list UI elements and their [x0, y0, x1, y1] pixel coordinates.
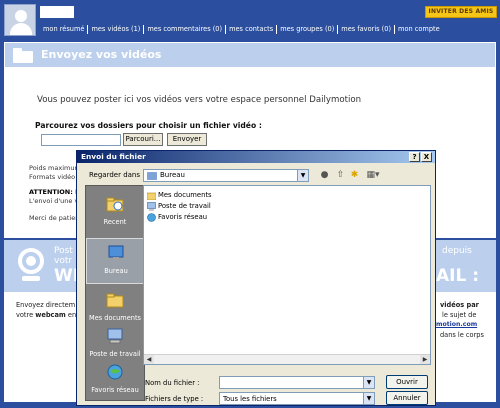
filename-input[interactable]: ▼	[219, 376, 375, 389]
webcam-lens-shape	[26, 256, 36, 266]
right-bold-text: vidéos par	[440, 301, 479, 309]
place-recent[interactable]: Recent	[86, 190, 144, 236]
place-label: Recent	[103, 218, 127, 226]
right-text-line-2: le sujet de	[442, 311, 477, 319]
patience-text: Merci de patient	[29, 214, 82, 222]
dailymotion-email-link[interactable]: motion.com	[436, 321, 477, 328]
nav-account[interactable]: mon compte	[395, 25, 443, 34]
network-globe-icon	[107, 364, 123, 380]
banner-line-right: depuis	[442, 246, 472, 256]
list-item[interactable]: Mes documents	[147, 190, 212, 200]
place-label: Favoris réseau	[91, 386, 139, 394]
file-upload-dialog: Envoi du fichier ? X Regarder dans : Bur…	[76, 150, 436, 406]
list-item-label: Poste de travail	[158, 202, 211, 210]
list-item-label: Favoris réseau	[158, 213, 208, 221]
cancel-button[interactable]: Annuler	[386, 391, 428, 405]
browse-label: Parcourez vos dossiers pour choisir un f…	[35, 121, 262, 130]
up-folder-icon[interactable]: ⇧	[335, 170, 346, 181]
chevron-down-icon[interactable]: ▼	[363, 377, 374, 388]
list-item[interactable]: Poste de travail	[147, 201, 211, 211]
look-in-label: Regarder dans :	[89, 171, 145, 179]
nav-contacts[interactable]: mes contacts	[226, 24, 278, 34]
formats-text: Formats vidéo c	[29, 173, 81, 181]
section-header: Envoyez vos vidéos	[5, 43, 495, 67]
new-folder-icon[interactable]: ✱	[349, 170, 360, 181]
list-item[interactable]: Favoris réseau	[147, 212, 207, 222]
folder-icon	[13, 48, 33, 63]
network-globe-icon	[147, 212, 156, 222]
avatar-body-shape	[10, 23, 32, 35]
intro-text: Vous pouvez poster ici vos vidéos vers v…	[37, 95, 362, 105]
view-menu-icon[interactable]: ▦▾	[365, 170, 381, 181]
place-label: Bureau	[104, 267, 128, 275]
webcam-text-line-2: votre webcam en	[16, 311, 76, 319]
folder-icon	[147, 192, 156, 200]
list-item-label: Mes documents	[158, 191, 212, 199]
page-header: INVITER DES AMIS mon résumé mes vidéos (…	[0, 0, 500, 40]
computer-icon	[107, 328, 123, 344]
look-in-value: Bureau	[160, 171, 185, 179]
chevron-down-icon[interactable]: ▼	[363, 393, 374, 404]
banner-line-2: votr	[54, 256, 73, 266]
place-label: Mes documents	[89, 314, 141, 322]
nav-videos[interactable]: mes vidéos (1)	[88, 24, 145, 34]
banner-line-1: Post	[54, 246, 73, 256]
file-path-input[interactable]	[41, 134, 121, 146]
send-button[interactable]: Envoyer	[167, 133, 207, 146]
username-field	[40, 6, 74, 18]
open-button[interactable]: Ouvrir	[386, 375, 428, 389]
help-button[interactable]: ?	[409, 152, 420, 162]
my-documents-icon	[106, 293, 124, 308]
attention-text: ATTENTION: L'	[29, 188, 82, 196]
banner-big-right: AIL :	[436, 266, 480, 286]
webcam-icon	[18, 248, 44, 282]
filetype-value: Tous les fichiers	[223, 395, 277, 403]
nav-summary[interactable]: mon résumé	[40, 24, 89, 34]
filetype-dropdown[interactable]: Tous les fichiers ▼	[219, 392, 375, 405]
desktop-icon	[108, 245, 124, 260]
chevron-down-icon[interactable]: ▼	[297, 170, 308, 181]
back-icon[interactable]: ●	[319, 170, 330, 181]
avatar[interactable]	[4, 4, 36, 36]
desktop-folder-icon	[147, 172, 157, 180]
nav-comments[interactable]: mes commentaires (0)	[144, 24, 227, 34]
look-in-dropdown[interactable]: Bureau ▼	[143, 169, 309, 182]
scroll-left-icon[interactable]: ◀	[144, 355, 154, 364]
close-button[interactable]: X	[421, 152, 432, 162]
recent-folder-icon	[106, 197, 124, 212]
webcam-base-shape	[22, 276, 40, 281]
place-desktop[interactable]: Bureau	[86, 238, 144, 284]
browse-button[interactable]: Parcouri...	[123, 133, 163, 146]
dialog-titlebar[interactable]: Envoi du fichier ? X	[77, 151, 435, 163]
right-text-line-4: dans le corps	[440, 331, 484, 339]
max-size-text: Poids maximum	[29, 164, 81, 172]
scroll-right-icon[interactable]: ▶	[420, 355, 430, 364]
webcam-text-post: en	[67, 311, 77, 319]
horizontal-scrollbar[interactable]: ◀ ▶	[144, 354, 430, 364]
nav-favorites[interactable]: mes favoris (0)	[338, 24, 396, 34]
file-list[interactable]: Mes documents Poste de travail Favoris r…	[143, 185, 431, 365]
webcam-text-pre: votre	[16, 311, 34, 319]
place-network[interactable]: Favoris réseau	[86, 358, 144, 404]
avatar-head-shape	[15, 10, 27, 22]
filename-label: Nom du fichier :	[145, 379, 200, 387]
dialog-title: Envoi du fichier	[81, 152, 146, 161]
folder-body-shape	[13, 51, 33, 63]
section-title: Envoyez vos vidéos	[41, 48, 162, 61]
place-label: Poste de travail	[89, 350, 141, 358]
invite-friends-button[interactable]: INVITER DES AMIS	[425, 6, 497, 18]
filetype-label: Fichiers de type :	[145, 395, 204, 403]
places-bar: Recent Bureau Mes documents Poste de tra…	[85, 185, 145, 401]
nav-groups[interactable]: mes groupes (0)	[277, 24, 339, 34]
webcam-text-line-1: Envoyez directem	[16, 301, 76, 309]
profile-nav: mon résumé mes vidéos (1) mes commentair…	[40, 22, 443, 36]
webcam-text-bold: webcam	[35, 311, 66, 319]
computer-icon	[147, 201, 156, 211]
